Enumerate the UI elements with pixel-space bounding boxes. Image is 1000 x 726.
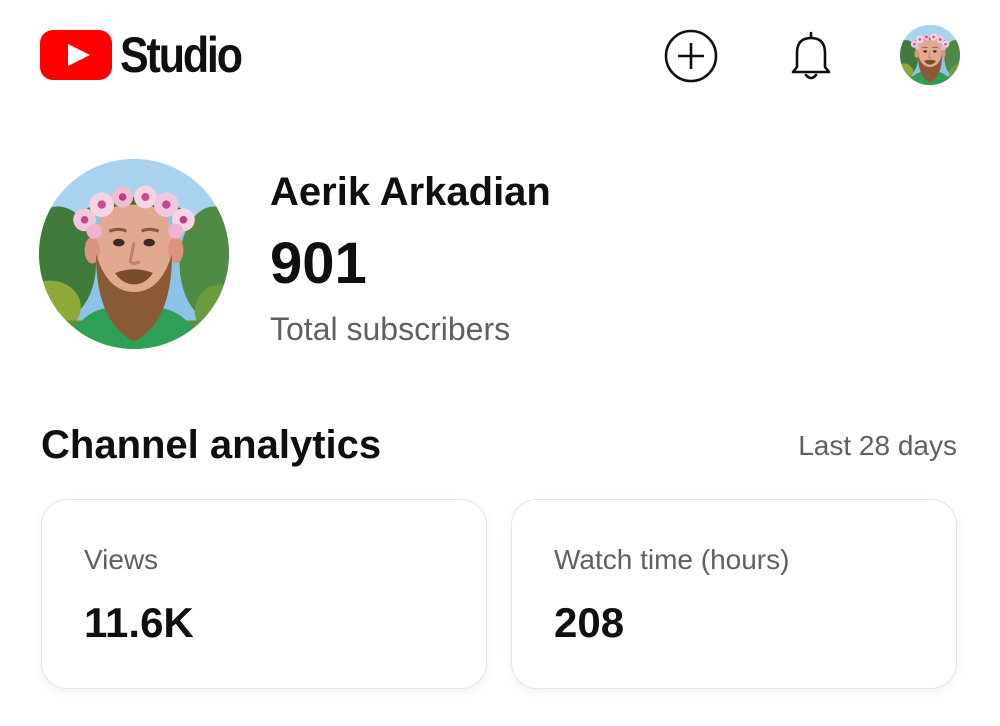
views-value: 11.6K <box>84 599 194 646</box>
youtube-logo-icon <box>40 30 112 80</box>
notifications-button[interactable] <box>783 28 839 84</box>
channel-analytics-title: Channel analytics <box>41 423 382 467</box>
views-card[interactable]: Views 11.6K <box>41 499 487 689</box>
channel-name: Aerik Arkadian <box>270 170 551 214</box>
channel-avatar-image <box>39 159 229 349</box>
avatar-image <box>900 25 960 85</box>
subscriber-label: Total subscribers <box>270 311 511 347</box>
logo-text: Studio <box>120 27 243 83</box>
period-selector[interactable]: Last 28 days <box>798 428 957 464</box>
watch-time-label: Watch time (hours) <box>554 544 790 575</box>
youtube-studio-logo[interactable]: Studio <box>40 26 261 84</box>
channel-avatar <box>39 159 229 349</box>
watch-time-value: 208 <box>554 599 625 646</box>
bell-icon <box>791 31 831 80</box>
views-label: Views <box>84 544 159 575</box>
subscriber-count: 901 <box>270 231 367 296</box>
plus-circle-icon <box>664 29 718 83</box>
top-app-bar: Studio <box>0 0 1000 110</box>
create-button[interactable] <box>663 28 719 84</box>
account-avatar[interactable] <box>900 25 960 85</box>
watch-time-card[interactable]: Watch time (hours) 208 <box>511 499 957 689</box>
